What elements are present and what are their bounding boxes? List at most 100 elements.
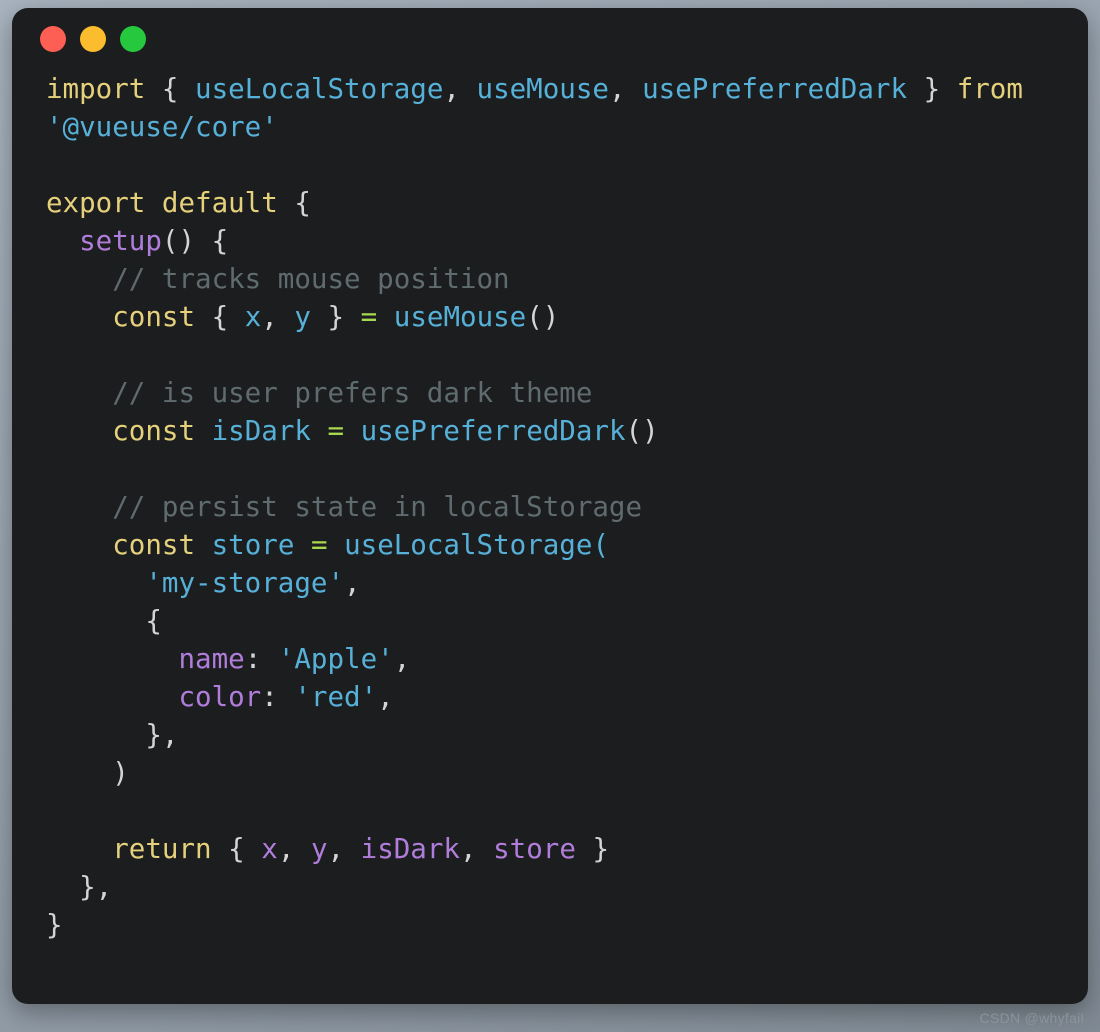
close-button-icon[interactable] xyxy=(40,26,66,52)
code-token: } xyxy=(923,73,941,105)
window-titlebar xyxy=(12,8,1088,70)
code-token: , xyxy=(443,73,460,105)
code-token: '@vueuse/core' xyxy=(46,111,278,143)
code-line: name: 'Apple', xyxy=(46,643,410,675)
minimize-button-icon[interactable] xyxy=(80,26,106,52)
code-token: , xyxy=(608,73,626,105)
code-line: // is user prefers dark theme xyxy=(46,377,592,409)
watermark-label: CSDN @whyfail xyxy=(979,1010,1084,1026)
code-token: store xyxy=(493,833,576,865)
code-token: import xyxy=(46,73,146,105)
code-token: y xyxy=(310,833,328,865)
code-line: 'my-storage', xyxy=(46,567,361,599)
code-token: , xyxy=(393,643,411,675)
code-line: return { x, y, isDark, store } xyxy=(46,833,609,865)
code-block[interactable]: import { useLocalStorage, useMouse, useP… xyxy=(46,70,1060,944)
code-line: const { x, y } = useMouse() xyxy=(46,301,559,333)
code-token: color xyxy=(178,681,262,713)
code-line: ) xyxy=(46,757,129,789)
code-token: 'Apple' xyxy=(277,643,394,675)
code-token: { xyxy=(161,73,179,105)
code-token: // is user prefers dark theme xyxy=(112,377,593,409)
code-token: = xyxy=(360,301,378,333)
code-token: const xyxy=(112,415,196,447)
code-line: const store = useLocalStorage( xyxy=(46,529,609,561)
code-token: , xyxy=(459,833,477,865)
code-token: () xyxy=(526,301,560,333)
code-line: // persist state in localStorage xyxy=(46,491,642,523)
code-line: } xyxy=(46,909,63,941)
code-token: useLocalStorage xyxy=(344,529,593,561)
code-token: : xyxy=(244,643,278,675)
code-line: setup() { xyxy=(46,225,228,257)
code-token: return xyxy=(112,833,212,865)
maximize-button-icon[interactable] xyxy=(120,26,146,52)
code-token: isDark xyxy=(211,415,311,447)
code-line: '@vueuse/core' xyxy=(46,111,278,143)
code-token: useLocalStorage xyxy=(195,73,444,105)
code-line: import { useLocalStorage, useMouse, useP… xyxy=(46,73,1023,105)
code-token: store xyxy=(211,529,295,561)
code-token: { xyxy=(228,833,245,865)
code-token: const xyxy=(112,301,196,333)
code-line: const isDark = usePreferredDark() xyxy=(46,415,659,447)
code-token: usePreferredDark xyxy=(642,73,907,105)
code-token: , xyxy=(277,833,295,865)
code-token: useMouse xyxy=(393,301,527,333)
page-root: import { useLocalStorage, useMouse, useP… xyxy=(0,0,1100,1032)
code-window: import { useLocalStorage, useMouse, useP… xyxy=(12,8,1088,1004)
code-area[interactable]: import { useLocalStorage, useMouse, useP… xyxy=(12,70,1088,944)
code-line: }, xyxy=(46,719,178,751)
code-token: const xyxy=(112,529,196,561)
code-token: } xyxy=(592,833,610,865)
code-token: usePreferredDark xyxy=(360,415,626,447)
code-line: color: 'red', xyxy=(46,681,393,713)
code-token: x xyxy=(261,833,278,865)
code-token: { xyxy=(145,605,162,637)
code-line: }, xyxy=(46,871,112,903)
code-token: { xyxy=(211,301,229,333)
code-token: x xyxy=(244,301,262,333)
code-token: , xyxy=(344,567,361,599)
code-token: 'my-storage' xyxy=(145,567,345,599)
code-token: 'red' xyxy=(294,681,378,713)
code-token: useMouse xyxy=(476,73,609,105)
code-token: // persist state in localStorage xyxy=(112,491,643,523)
code-token: () xyxy=(625,415,659,447)
code-token: } xyxy=(327,301,345,333)
code-token: ) xyxy=(112,757,129,789)
code-token: , xyxy=(261,301,278,333)
code-token: ( xyxy=(592,529,609,561)
